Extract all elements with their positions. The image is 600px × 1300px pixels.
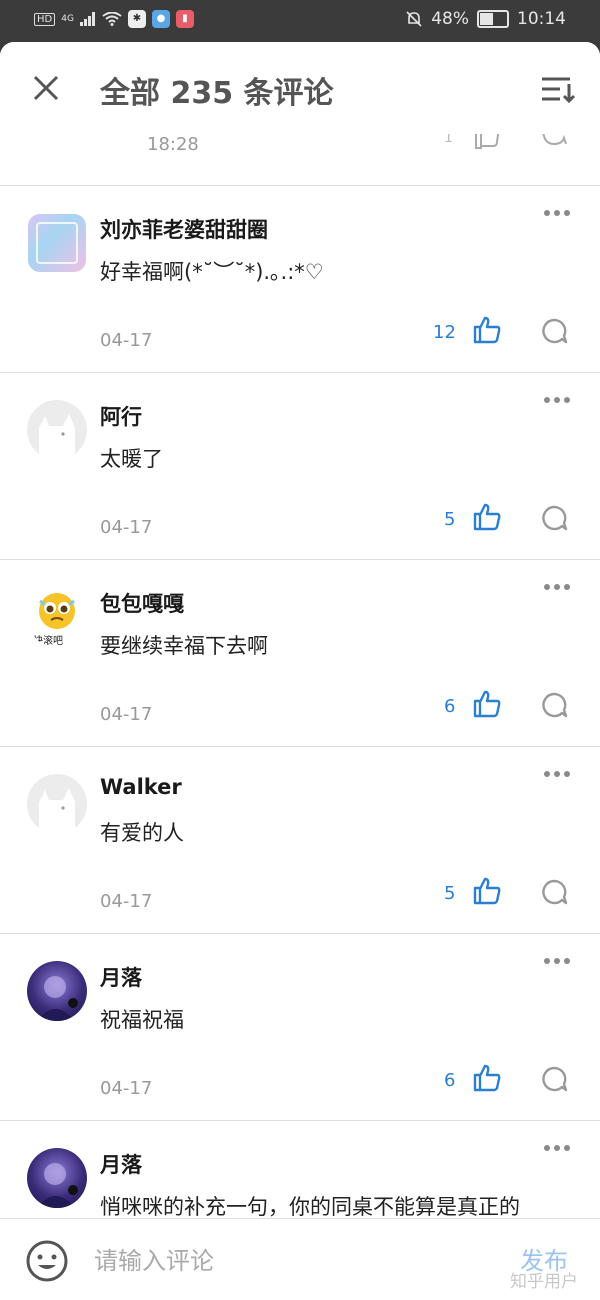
like-count: 5 [444,509,456,530]
like-icon[interactable] [472,689,502,719]
comment-input-bar: 发布 知乎用户 [0,1218,600,1300]
comment-list: 18:28 1 刘亦菲老婆甜甜圈 好幸福啊(*˘︶˘*).｡.:*♡ 04-17… [0,128,600,1300]
avatar[interactable] [28,214,86,272]
reply-icon[interactable] [540,317,568,345]
reply-icon[interactable] [540,1065,568,1093]
reply-icon[interactable] [540,691,568,719]
avatar[interactable] [27,1148,87,1208]
like-count: 6 [444,696,456,717]
chat-notification-icon: ● [151,10,170,28]
comment-text: 祝福祝福 [100,1008,184,1032]
comment-text: 悄咪咪的补充一句，你的同桌不能算是真正的 [100,1195,520,1219]
comment-author[interactable]: Walker [100,775,182,799]
like-icon[interactable] [472,502,502,532]
sort-icon[interactable] [540,74,576,104]
comment-text: 太暖了 [100,447,163,471]
close-icon[interactable] [30,72,62,104]
more-options-button[interactable] [544,767,576,781]
comment-date: 04-17 [100,330,153,351]
hd-indicator: HD [34,12,56,26]
comment-author[interactable]: 刘亦菲老婆甜甜圈 [100,214,268,244]
mute-bell-icon [406,11,422,27]
status-left: HD 4G ✱ ● ▮ [34,10,194,28]
comment-text: 好幸福啊(*˘︶˘*).｡.:*♡ [100,260,324,284]
more-options-button[interactable] [544,954,576,968]
like-count: 12 [433,322,456,343]
more-options-button[interactable] [544,206,576,220]
comment-text: 有爱的人 [100,821,184,845]
status-right: 48% 10:14 [405,9,566,29]
signal-label: 4G [61,14,74,24]
comment-text: 要继续幸福下去啊 [100,634,268,658]
battery-icon [477,10,509,28]
comment-date: 18:28 [147,134,199,155]
clock: 10:14 [517,9,566,29]
comment-author[interactable]: 月落 [100,1149,142,1179]
photo-avatar-icon [37,976,78,1021]
more-options-button[interactable] [544,393,576,407]
comment-date: 04-17 [100,891,153,912]
default-avatar-icon [39,788,75,834]
comment-author[interactable]: 包包嘎嘎 [100,588,184,618]
like-icon[interactable] [472,315,502,345]
reply-icon[interactable] [540,878,568,906]
avatar-caption: 快滚吧 [33,636,63,647]
signal-icon [79,12,95,26]
list-item: 阿行 太暖了 04-17 5 [0,373,600,560]
book-notification-icon: ▮ [175,10,194,28]
page-title: 全部 235 条评论 [100,76,334,111]
comment-date: 04-17 [100,517,153,538]
avatar[interactable]: 快滚吧 [27,587,87,647]
comment-author[interactable]: 月落 [100,962,142,992]
comment-date: 04-17 [100,1078,153,1099]
default-avatar-icon [39,414,75,460]
reply-icon[interactable] [540,504,568,532]
avatar-sparkle [36,222,78,264]
list-item-partial: 18:28 1 [0,128,600,186]
comment-date: 04-17 [100,704,153,725]
watermark: 知乎用户 [510,1272,578,1292]
list-item: 快滚吧 包包嘎嘎 要继续幸福下去啊 04-17 6 [0,560,600,747]
wifi-icon [102,12,122,26]
photo-avatar-icon [37,1163,78,1208]
more-options-button[interactable] [544,580,576,594]
avatar[interactable] [27,774,87,834]
comments-sheet: 全部 235 条评论 18:28 1 刘亦菲老婆甜甜圈 好幸福啊(*˘︶˘*).… [0,42,600,1300]
app-notification-icon: ✱ [127,10,146,28]
list-item: Walker 有爱的人 04-17 5 [0,747,600,934]
avatar[interactable] [27,400,87,460]
battery-percent: 48% [431,9,469,29]
avatar[interactable] [27,961,87,1021]
emoji-icon[interactable] [25,1239,69,1283]
like-count: 6 [444,1070,456,1091]
list-item: 刘亦菲老婆甜甜圈 好幸福啊(*˘︶˘*).｡.:*♡ 04-17 12 [0,186,600,373]
like-icon[interactable] [472,876,502,906]
comment-author[interactable]: 阿行 [100,401,142,431]
like-icon[interactable] [472,1063,502,1093]
list-item: 月落 祝福祝福 04-17 6 [0,934,600,1121]
status-bar: HD 4G ✱ ● ▮ 48% 10:14 [0,0,600,42]
comment-input[interactable] [92,1241,476,1281]
more-options-button[interactable] [544,1141,576,1155]
comments-header: 全部 235 条评论 [0,42,600,134]
like-count: 5 [444,883,456,904]
